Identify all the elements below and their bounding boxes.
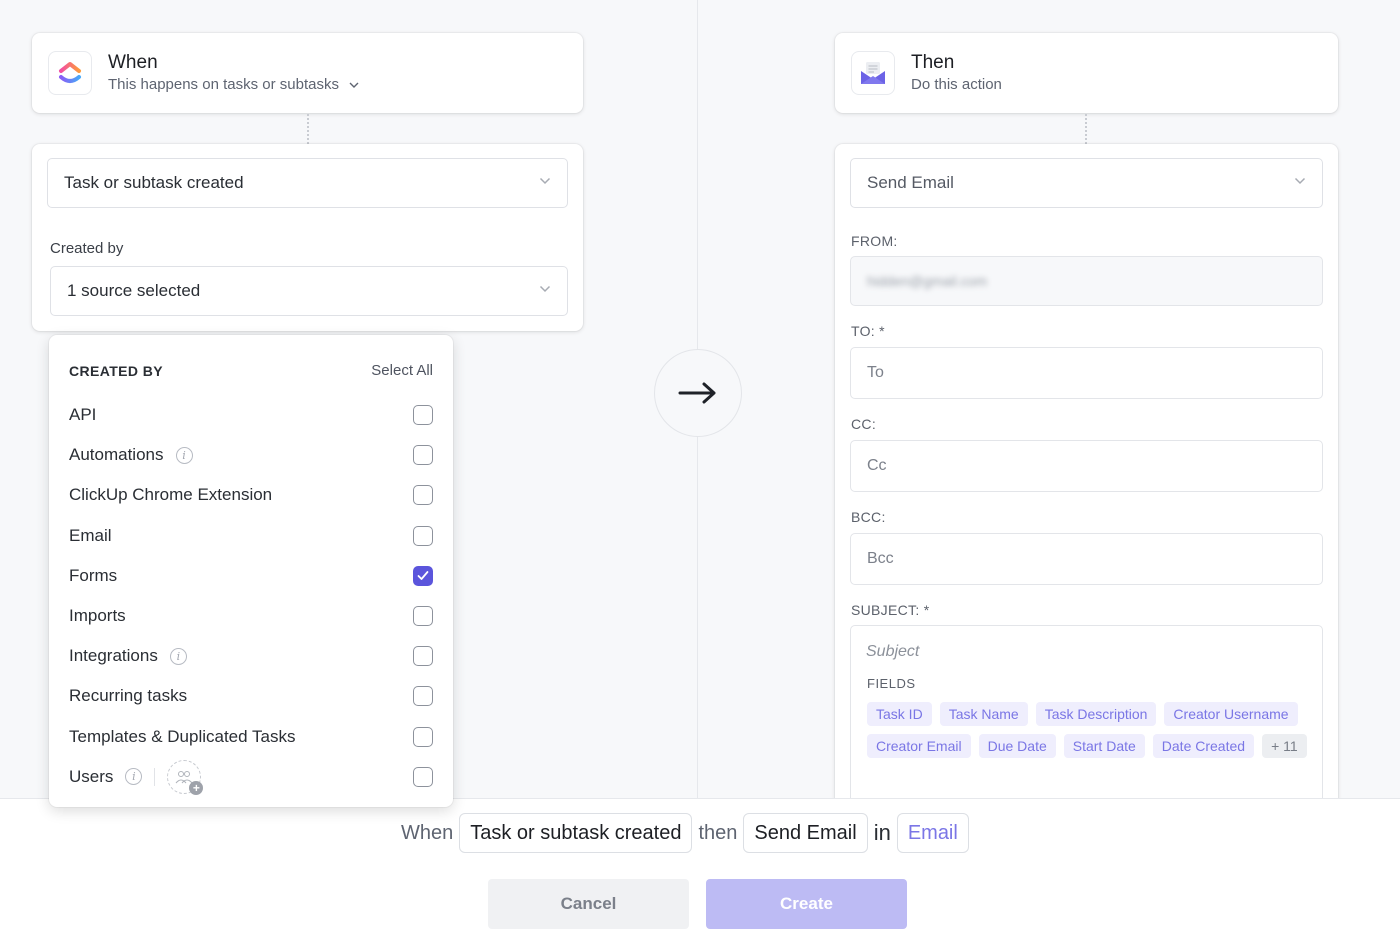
separator [154, 767, 156, 786]
dropdown-item-label: Integrations [69, 646, 158, 666]
checkbox[interactable] [413, 525, 433, 546]
dropdown-item-label: Email [69, 525, 112, 545]
cancel-button[interactable]: Cancel [488, 879, 689, 929]
action-header-card: Then Do this action [835, 33, 1338, 113]
connector-line [1085, 114, 1087, 144]
trigger-title: When [108, 52, 158, 73]
summary-in: in [873, 820, 891, 845]
dropdown-item-label: Automations [69, 445, 164, 465]
dropdown-item[interactable]: Integrations i [69, 641, 433, 671]
summary-location-pill[interactable]: Email [896, 813, 969, 853]
connector-line [307, 114, 309, 144]
trigger-event-select[interactable]: Task or subtask created [47, 158, 568, 208]
dropdown-item-label: API [69, 405, 97, 424]
dropdown-item-label: Users [69, 766, 114, 786]
subject-placeholder: Subject [866, 643, 920, 660]
dropdown-item[interactable]: Templates & Duplicated Tasks [69, 722, 433, 752]
created-by-value: 1 source selected [67, 281, 201, 300]
trigger-event-value: Task or subtask created [64, 173, 244, 192]
automation-summary: When Task or subtask created then Send E… [401, 813, 975, 853]
field-chips: Task ID Task Name Task Description Creator … [867, 702, 1307, 758]
from-label: FROM: [851, 233, 898, 249]
from-value: hidden@gmail.com [867, 273, 988, 289]
created-by-dropdown: CREATED BY Select All API Automations i Cli… [49, 335, 453, 807]
to-field[interactable]: To [850, 347, 1323, 399]
from-field: hidden@gmail.com [850, 256, 1323, 306]
bcc-field[interactable]: Bcc [850, 533, 1323, 585]
field-chip[interactable]: Start Date [1063, 734, 1145, 758]
checkbox[interactable] [413, 766, 433, 787]
dropdown-item[interactable]: API [69, 400, 433, 430]
checkbox[interactable] [413, 646, 433, 667]
info-icon[interactable]: i [169, 647, 187, 665]
trigger-scope-select[interactable]: This happens on tasks or subtasks [108, 75, 359, 95]
chevron-down-icon [539, 285, 551, 293]
subject-field[interactable]: Subject FIELDS Task ID Task Name Task Desc… [850, 625, 1323, 815]
fields-label: FIELDS [867, 676, 916, 691]
more-fields-chip[interactable]: + 11 [1262, 734, 1307, 758]
action-select[interactable]: Send Email [850, 158, 1323, 208]
checkbox[interactable] [413, 485, 433, 506]
action-subtitle: Do this action [911, 76, 1002, 93]
checkbox[interactable] [413, 405, 433, 425]
subject-label: SUBJECT: * [851, 602, 930, 618]
dropdown-item[interactable]: Imports [69, 601, 433, 631]
dropdown-item[interactable]: ClickUp Chrome Extension [69, 480, 433, 510]
to-label: TO: * [851, 323, 885, 339]
action-title: Then [911, 52, 955, 73]
summary-then: then [698, 821, 738, 844]
field-chip[interactable]: Creator Username [1164, 702, 1298, 726]
field-chip[interactable]: Task Name [939, 702, 1028, 726]
created-by-label: Created by [50, 240, 124, 257]
create-button[interactable]: Create [706, 879, 907, 929]
summary-when: When [401, 821, 454, 844]
field-chip[interactable]: Creator Email [867, 734, 971, 758]
arrow-right-icon [678, 382, 716, 404]
cc-placeholder: Cc [867, 457, 887, 474]
add-user-icon[interactable]: + [167, 759, 204, 795]
dropdown-item-label: Forms [69, 565, 118, 585]
dropdown-item[interactable]: Email [69, 521, 433, 551]
checkbox[interactable] [413, 726, 433, 747]
field-chip[interactable]: Date Created [1152, 734, 1255, 758]
bcc-placeholder: Bcc [867, 550, 894, 567]
chevron-down-icon [349, 82, 359, 88]
field-chip[interactable]: Task Description [1035, 702, 1157, 726]
dropdown-item[interactable]: Forms [69, 561, 433, 591]
clickup-logo-icon [48, 51, 92, 95]
dropdown-heading: CREATED BY [69, 363, 163, 379]
cc-label: CC: [851, 416, 877, 432]
dropdown-item-label: ClickUp Chrome Extension [69, 485, 273, 505]
check-icon [417, 570, 429, 580]
info-icon[interactable]: i [175, 446, 193, 464]
trigger-header-card: When This happens on tasks or subtasks [32, 33, 583, 113]
chevron-down-icon [1294, 177, 1306, 185]
action-value: Send Email [867, 173, 954, 192]
dropdown-item-label: Imports [69, 606, 126, 625]
summary-action-pill[interactable]: Send Email [743, 813, 868, 853]
dropdown-item[interactable]: Users i + [69, 759, 433, 795]
bcc-label: BCC: [851, 509, 886, 525]
info-icon[interactable]: i [125, 768, 143, 786]
dropdown-item-label: Recurring tasks [69, 686, 188, 706]
chevron-down-icon [539, 177, 551, 185]
to-placeholder: To [867, 364, 884, 381]
dropdown-item[interactable]: Automations i [69, 440, 433, 470]
checkbox[interactable] [413, 686, 433, 707]
checkbox[interactable] [413, 565, 433, 586]
trigger-scope-label: This happens on tasks or subtasks [108, 76, 339, 93]
dropdown-item-label: Templates & Duplicated Tasks [69, 726, 296, 746]
checkbox[interactable] [413, 606, 433, 626]
created-by-select[interactable]: 1 source selected [50, 266, 568, 316]
dropdown-item[interactable]: Recurring tasks [69, 681, 433, 711]
flow-arrow [654, 349, 742, 437]
field-chip[interactable]: Task ID [867, 702, 932, 726]
summary-trigger-pill[interactable]: Task or subtask created [459, 813, 693, 853]
envelope-icon [851, 51, 895, 95]
field-chip[interactable]: Due Date [978, 734, 1056, 758]
select-all-link[interactable]: Select All [371, 362, 433, 379]
cc-field[interactable]: Cc [850, 440, 1323, 492]
checkbox[interactable] [413, 445, 433, 466]
footer-bar: When Task or subtask created then Send E… [0, 798, 1400, 942]
